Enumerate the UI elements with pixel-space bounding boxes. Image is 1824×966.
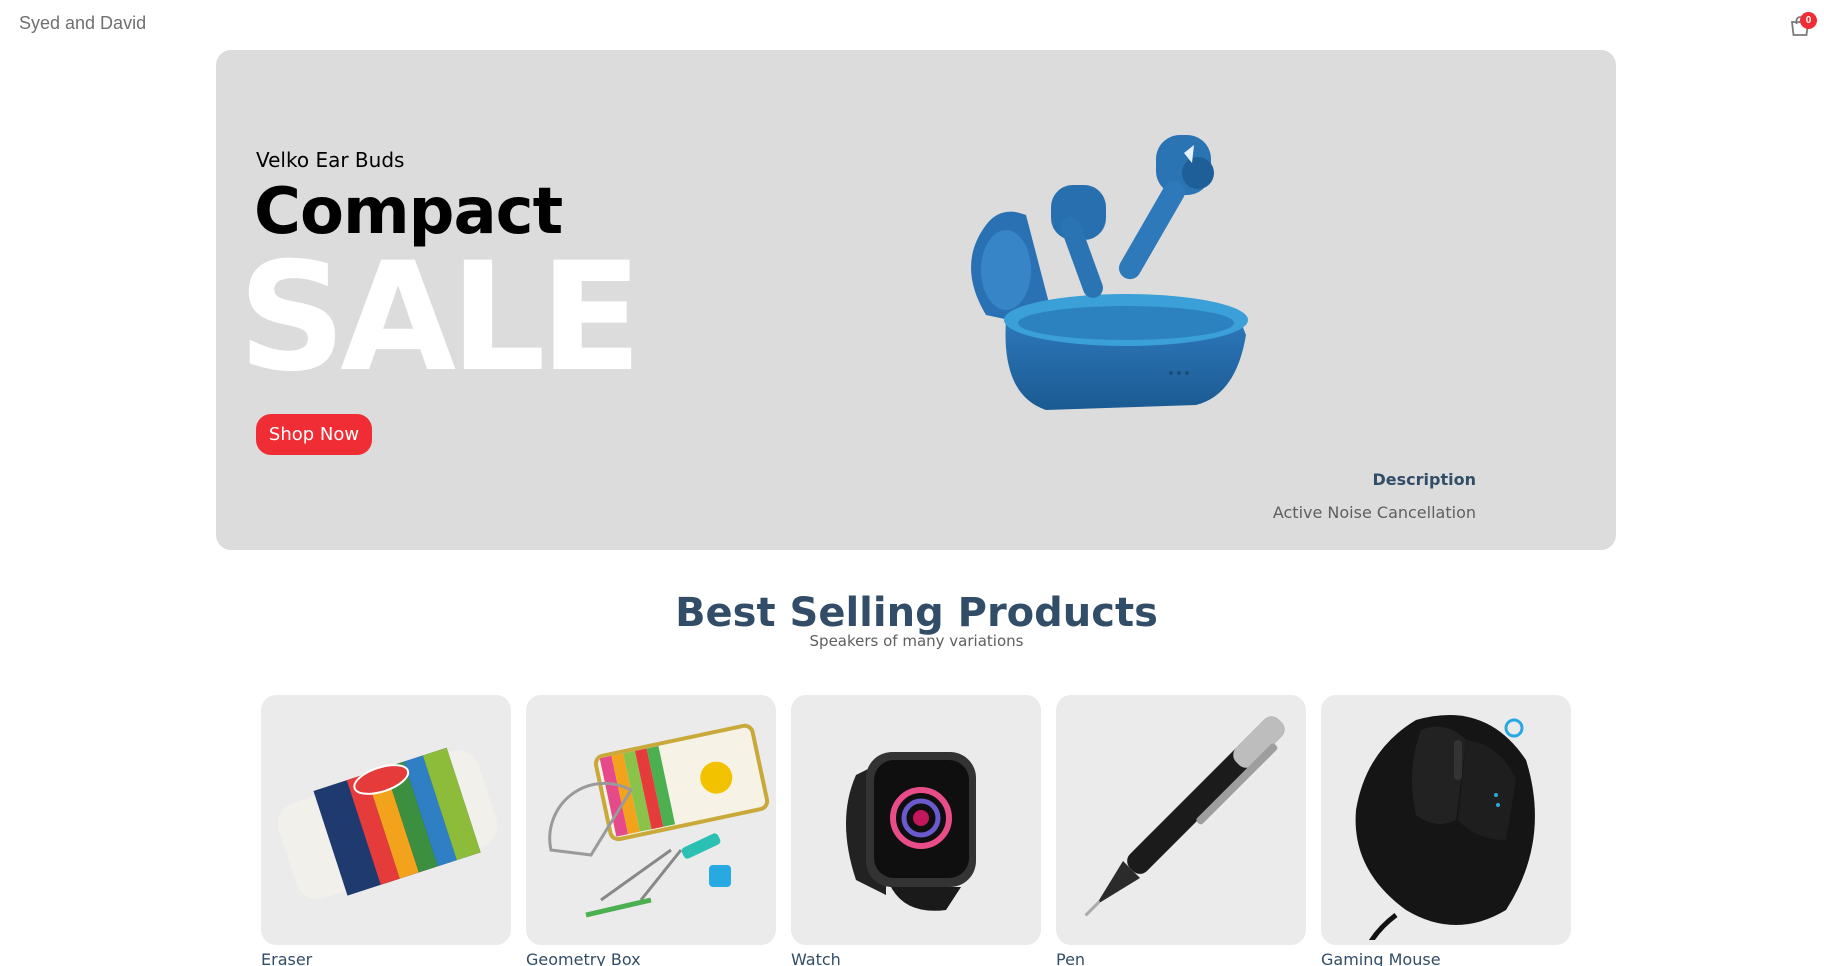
product-card-gaming-mouse[interactable]: Gaming Mouse <box>1321 695 1571 966</box>
best-selling-heading: Best Selling Products Speakers of many v… <box>0 590 1824 650</box>
product-image[interactable] <box>261 695 511 945</box>
product-card-watch[interactable]: Watch <box>791 695 1041 966</box>
smartwatch-image <box>846 752 976 911</box>
shop-now-button[interactable]: Shop Now <box>256 414 372 455</box>
product-name[interactable]: Eraser <box>261 950 511 966</box>
product-image[interactable] <box>526 695 776 945</box>
product-name[interactable]: Gaming Mouse <box>1321 950 1571 966</box>
cart-button[interactable]: 0 <box>1788 12 1817 42</box>
description-title: Description <box>1372 470 1476 489</box>
earbuds-image <box>971 135 1248 410</box>
section-title: Best Selling Products <box>675 590 1158 636</box>
gaming-mouse-image <box>1355 715 1535 940</box>
hero-description: Description Active Noise Cancellation <box>1273 470 1476 522</box>
logo-link[interactable]: Syed and David <box>19 13 146 34</box>
product-image[interactable] <box>1321 695 1571 945</box>
product-image[interactable] <box>1056 695 1306 945</box>
section-subtitle: Speakers of many variations <box>809 632 1024 650</box>
cart-count-badge: 0 <box>1800 12 1817 29</box>
geometry-box-image <box>548 723 770 918</box>
products-container: Eraser Geometry Box Watch Pen Gaming Mou… <box>261 695 1571 966</box>
eraser-image <box>277 747 498 900</box>
product-name[interactable]: Watch <box>791 950 1041 966</box>
hero-large-text: SALE <box>238 231 642 405</box>
navbar: Syed and David 0 <box>0 0 1824 50</box>
product-card-pen[interactable]: Pen <box>1056 695 1306 966</box>
product-name[interactable]: Pen <box>1056 950 1306 966</box>
product-name[interactable]: Geometry Box <box>526 950 776 966</box>
product-card-geometry-box[interactable]: Geometry Box <box>526 695 776 966</box>
product-card-eraser[interactable]: Eraser <box>261 695 511 966</box>
hero-banner: Velko Ear Buds Compact SALE Shop Now Des… <box>216 50 1616 550</box>
pen-image <box>1084 716 1285 917</box>
product-image[interactable] <box>791 695 1041 945</box>
description-text: Active Noise Cancellation <box>1272 503 1476 522</box>
